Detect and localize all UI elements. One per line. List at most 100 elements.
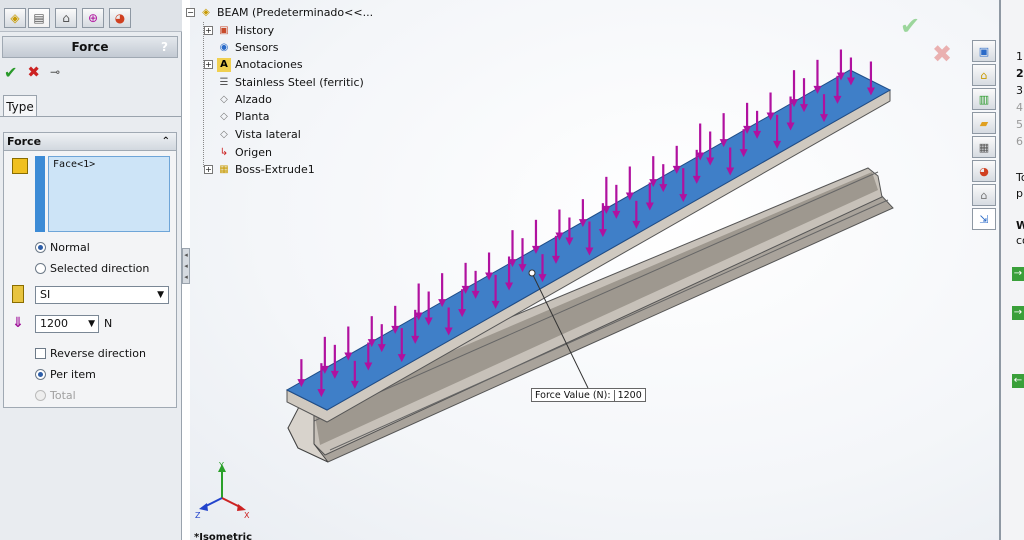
selected-direction-label: Selected direction xyxy=(50,261,150,275)
collapse-chevron-icon[interactable]: ⌃ xyxy=(162,133,170,151)
tab-type[interactable]: Type xyxy=(3,95,37,117)
expand-icon[interactable]: + xyxy=(204,60,213,69)
tree-item-origin[interactable]: ↳ Origen xyxy=(204,144,272,161)
chevron-down-icon: ▼ xyxy=(88,319,95,329)
library-tab-icon[interactable]: ▥ xyxy=(972,88,996,110)
display-manager-tab-icon[interactable]: ◕ xyxy=(109,8,131,28)
expand-icon[interactable]: + xyxy=(204,26,213,35)
pm-actions: ✔ ✖ ⊸ xyxy=(4,62,60,82)
normal-radio[interactable] xyxy=(35,241,46,253)
selected-direction-option[interactable]: Selected direction xyxy=(35,260,149,276)
tree-item-top-plane[interactable]: ◇ Planta xyxy=(204,108,269,125)
sensors-icon: ◉ xyxy=(219,42,229,53)
tree-item-front-plane[interactable]: ◇ Alzado xyxy=(204,91,272,108)
tree-item-material[interactable]: ☰ Stainless Steel (ferritic) xyxy=(204,74,364,91)
chevron-down-icon: ▼ xyxy=(157,290,164,300)
custom-properties-tab-icon[interactable]: ⌂ xyxy=(972,184,996,206)
selected-direction-radio[interactable] xyxy=(35,262,46,274)
tree-item-annotations[interactable]: + A Anotaciones xyxy=(204,56,303,73)
selection-list[interactable]: Face<1> xyxy=(48,156,170,232)
pm-title: Force ? xyxy=(2,36,178,58)
reverse-direction-checkbox[interactable] xyxy=(35,347,46,359)
reverse-direction-option[interactable]: Reverse direction xyxy=(35,345,146,361)
force-value-input[interactable]: 1200 ▼ xyxy=(35,315,99,333)
simulation-tab-icon[interactable]: ⇲ xyxy=(972,208,996,230)
appearance-tab-icon[interactable]: ◕ xyxy=(972,160,996,182)
task-row-6: 6 xyxy=(1016,135,1023,148)
feature-manager-tab-icon[interactable]: ◈ xyxy=(4,8,26,28)
triad-z-label: Z xyxy=(195,511,201,520)
resources-tab-icon[interactable]: ▣ xyxy=(972,40,996,62)
normal-label: Normal xyxy=(50,240,90,254)
ok-icon[interactable]: ✔ xyxy=(4,63,17,82)
home-tab-icon[interactable]: ⌂ xyxy=(972,64,996,86)
force-icon: ⇓ xyxy=(12,315,24,331)
expand-icon[interactable]: + xyxy=(204,165,213,174)
units-select[interactable]: SI ▼ xyxy=(35,286,169,304)
force-unit-label: N xyxy=(104,317,113,330)
tree-item-label: Stainless Steel (ferritic) xyxy=(235,76,364,89)
property-manager-tab-icon[interactable]: ▤ xyxy=(28,8,50,28)
property-manager: ◈ ▤ ⌂ ⊕ ◕ Force ? ✔ ✖ ⊸ Type Force ⌃ Fac… xyxy=(0,0,182,540)
tree-root-label: BEAM (Predeterminado<<... xyxy=(217,6,374,19)
cancel-icon[interactable]: ✖ xyxy=(27,63,40,81)
plane-icon: ◇ xyxy=(220,94,228,105)
confirm-corner-cancel-icon[interactable]: ✖ xyxy=(932,40,952,68)
force-group-header[interactable]: Force ⌃ xyxy=(4,133,176,151)
search-tab-icon[interactable]: ▦ xyxy=(972,136,996,158)
callout-anchor xyxy=(528,269,536,277)
per-item-label: Per item xyxy=(50,367,96,381)
callout-label: Force Value (N): xyxy=(535,389,611,401)
task-row-5: 5 xyxy=(1016,118,1023,131)
tree-item-label: Planta xyxy=(235,110,270,123)
panel-splitter-handle[interactable]: ◂ ◂ ◂ xyxy=(182,248,190,284)
task-text-4: co xyxy=(1016,234,1024,247)
task-row-4: 4 xyxy=(1016,101,1023,114)
view-name-label: *Isometric xyxy=(194,532,253,540)
next-arrow-icon[interactable]: → xyxy=(1012,267,1024,281)
extrude-icon: ▦ xyxy=(219,164,229,175)
total-option: Total xyxy=(35,387,76,403)
dimxpert-tab-icon[interactable]: ⊕ xyxy=(82,8,104,28)
force-group-title: Force xyxy=(7,135,42,148)
annotations-icon: A xyxy=(217,57,231,72)
plane-icon: ◇ xyxy=(220,129,228,140)
next-arrow-icon[interactable]: → xyxy=(1012,306,1024,320)
back-arrow-icon[interactable]: ← xyxy=(1012,374,1024,388)
file-explorer-tab-icon[interactable]: ▰ xyxy=(972,112,996,134)
part-icon: ◈ xyxy=(202,7,210,18)
callout-value[interactable]: 1200 xyxy=(613,389,645,401)
help-icon[interactable]: ? xyxy=(158,40,171,54)
manager-tabs: ◈ ▤ ⌂ ⊕ ◕ xyxy=(0,0,182,32)
per-item-radio[interactable] xyxy=(35,368,46,380)
selection-item[interactable]: Face<1> xyxy=(53,159,95,170)
pm-title-label: Force xyxy=(71,40,109,54)
units-icon xyxy=(12,285,24,303)
material-icon: ☰ xyxy=(219,77,229,88)
tree-item-label: Sensors xyxy=(235,41,279,54)
tree-item-sensors[interactable]: ◉ Sensors xyxy=(204,39,279,56)
tree-item-history[interactable]: + ▣ History xyxy=(204,22,274,39)
task-text-1: To xyxy=(1016,171,1024,184)
task-text-3: Wa xyxy=(1016,219,1024,232)
total-label: Total xyxy=(50,388,76,402)
tree-item-boss-extrude[interactable]: + ▦ Boss-Extrude1 xyxy=(204,161,315,178)
face-icon xyxy=(12,158,28,174)
tree-item-right-plane[interactable]: ◇ Vista lateral xyxy=(204,126,301,143)
beam-web-shadow xyxy=(314,172,878,445)
per-item-option[interactable]: Per item xyxy=(35,366,96,382)
configuration-manager-tab-icon[interactable]: ⌂ xyxy=(55,8,77,28)
collapse-icon[interactable]: − xyxy=(186,8,195,17)
tree-item-label: Anotaciones xyxy=(235,58,303,71)
force-value-callout[interactable]: Force Value (N): 1200 xyxy=(531,388,646,402)
tree-root[interactable]: − ◈ BEAM (Predeterminado<<... xyxy=(186,4,373,21)
task-row-2: 2 xyxy=(1016,67,1024,80)
tree-item-label: History xyxy=(235,24,275,37)
selection-color-bar xyxy=(35,156,45,232)
confirm-corner-ok-icon[interactable]: ✔ xyxy=(900,12,920,40)
origin-icon: ↳ xyxy=(219,147,229,158)
plane-icon: ◇ xyxy=(220,111,228,122)
pushpin-icon[interactable]: ⊸ xyxy=(50,65,60,79)
task-row-3: 3 xyxy=(1016,84,1023,97)
normal-option[interactable]: Normal xyxy=(35,239,90,255)
